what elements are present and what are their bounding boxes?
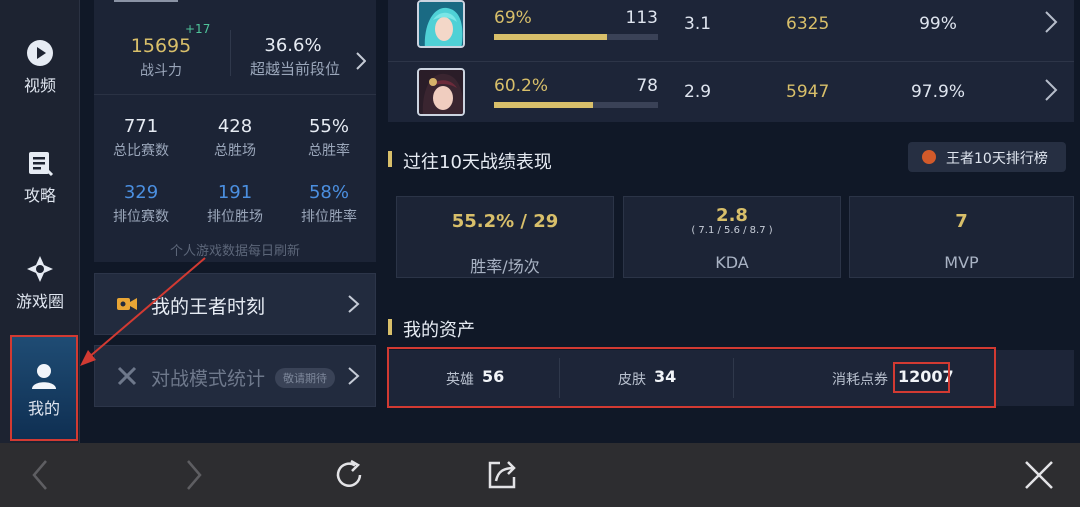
user-icon	[32, 364, 56, 389]
hero-score: 6325	[786, 14, 830, 34]
my-moments-label: 我的王者时刻	[151, 296, 266, 318]
coming-soon-badge: 敬请期待	[275, 368, 335, 388]
crossed-swords-icon	[117, 366, 137, 386]
kda-box: 2.8 ( 7.1 / 5.6 / 8.7 ) KDA	[623, 196, 841, 278]
divider	[94, 94, 376, 95]
kda-value: 2.8	[716, 205, 748, 226]
power-delta: +17	[185, 22, 211, 36]
profile-stats-card: 15695 +17 战斗力 36.6% 超越当前段位 771 总比赛数 428 …	[94, 0, 376, 262]
total-wins-value: 428	[217, 116, 253, 137]
sidebar-item-label: 攻略	[23, 186, 56, 205]
sidebar-item-community[interactable]: 游戏圈	[0, 254, 80, 312]
community-icon	[27, 256, 53, 282]
total-games-label: 总比赛数	[113, 143, 169, 159]
win-rate-bar-fill	[494, 102, 593, 108]
kda-label: KDA	[715, 253, 749, 272]
total-games-value: 771	[123, 116, 159, 137]
chevron-right-icon	[348, 295, 360, 313]
power-label: 战斗力	[140, 63, 182, 79]
chevron-right-icon[interactable]	[1044, 9, 1058, 35]
win-rate-bar	[494, 34, 658, 40]
hero-row[interactable]: 60.2% 78 2.9 5947 97.9%	[388, 61, 1074, 121]
hero-stats-table: 69% 113 3.1 6325 99% 60.2% 78 2.9 5947 9…	[388, 0, 1074, 122]
total-winrate-label: 总胜率	[308, 143, 350, 159]
chevron-right-icon[interactable]	[1044, 77, 1058, 103]
hero-percent: 97.9%	[910, 82, 965, 102]
mvp-box: 7 MVP	[849, 196, 1074, 278]
winrate-games-box: 55.2% / 29 胜率/场次	[396, 196, 614, 278]
forward-arrow-icon[interactable]	[176, 457, 212, 493]
winrate-games-label: 胜率/场次	[470, 257, 540, 276]
chevron-right-icon	[348, 367, 360, 385]
recent-performance-title: 过往10天战绩表现	[388, 148, 552, 174]
sidebar-item-label: 我的	[27, 399, 60, 418]
total-winrate-value: 55%	[308, 116, 349, 137]
rank-list-button[interactable]: 王者10天排行榜	[908, 142, 1066, 172]
mvp-value: 7	[955, 211, 968, 232]
my-moments-row[interactable]: 我的王者时刻	[94, 273, 376, 335]
assets-title: 我的资产	[388, 316, 475, 342]
close-icon[interactable]	[1021, 457, 1057, 493]
winrate-games-value: 55.2% / 29	[451, 211, 559, 232]
rank-list-label: 王者10天排行榜	[946, 151, 1048, 167]
ranked-winrate-value: 58%	[308, 182, 349, 203]
divider	[230, 30, 231, 76]
crown-icon	[922, 150, 936, 164]
back-arrow-icon[interactable]	[22, 457, 58, 493]
hero-kda: 2.9	[684, 82, 712, 102]
battle-stats-row[interactable]: 对战模式统计 敬请期待	[94, 345, 376, 407]
win-rate-bar	[494, 102, 658, 108]
hero-games: 113	[625, 8, 658, 28]
play-circle-icon	[27, 40, 53, 66]
hero-win-rate: 69%	[494, 8, 532, 28]
surpass-label[interactable]: 超越当前段位	[240, 58, 350, 79]
hero-kda: 3.1	[684, 14, 712, 34]
refresh-icon[interactable]	[331, 457, 367, 493]
power-value: 15695	[130, 35, 192, 57]
ranked-wins-value: 191	[217, 182, 253, 203]
battle-stats-label: 对战模式统计	[151, 368, 266, 390]
annotation-box	[893, 362, 950, 393]
hero-percent: 99%	[919, 14, 957, 34]
hero-avatar	[417, 68, 465, 116]
sidebar-item-label: 视频	[23, 76, 56, 95]
hero-avatar	[417, 0, 465, 48]
share-icon[interactable]	[484, 457, 520, 493]
sidebar-nav: 视频 攻略 游戏圈 我的	[0, 0, 80, 443]
surpass-value: 36.6%	[264, 35, 322, 56]
total-wins-label: 总胜场	[214, 143, 256, 159]
ranked-games-value: 329	[123, 182, 159, 203]
refresh-note: 个人游戏数据每日刷新	[169, 244, 300, 259]
video-camera-icon	[117, 298, 137, 310]
kda-breakdown: ( 7.1 / 5.6 / 8.7 )	[691, 225, 773, 236]
hero-row[interactable]: 69% 113 3.1 6325 99%	[388, 0, 1074, 60]
sidebar-item-label: 游戏圈	[15, 292, 64, 311]
ranked-wins-label: 排位胜场	[207, 209, 263, 225]
browser-toolbar	[0, 443, 1080, 507]
win-rate-bar-fill	[494, 34, 608, 40]
ranked-games-label: 排位赛数	[113, 209, 169, 225]
hero-win-rate: 60.2%	[494, 76, 549, 96]
sidebar-item-guide[interactable]: 攻略	[0, 148, 80, 206]
hero-score: 5947	[786, 82, 830, 102]
guide-icon	[29, 152, 54, 177]
hero-games: 78	[636, 76, 658, 96]
sidebar-item-me[interactable]: 我的	[10, 335, 78, 441]
ranked-winrate-label: 排位胜率	[301, 209, 357, 225]
chevron-right-icon[interactable]	[356, 52, 366, 70]
card-top-edge	[114, 0, 178, 2]
sidebar-item-video[interactable]: 视频	[0, 38, 80, 96]
mvp-label: MVP	[944, 253, 979, 272]
